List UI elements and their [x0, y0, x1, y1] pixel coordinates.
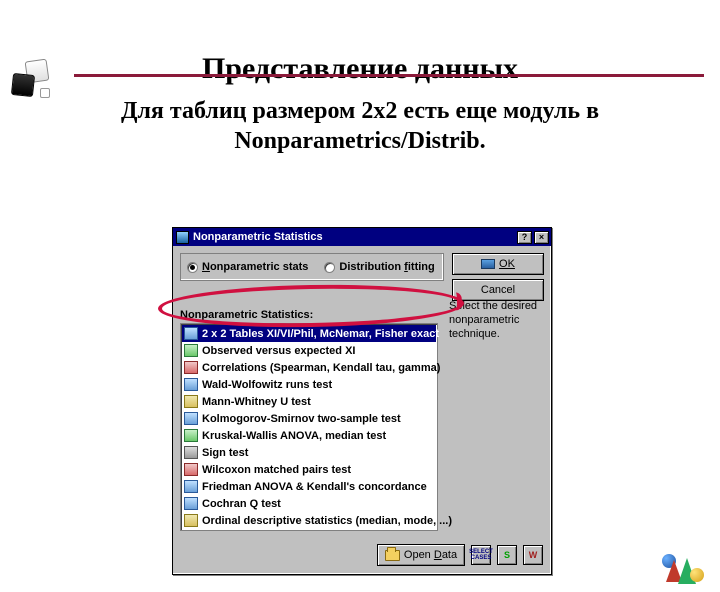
tests-listbox[interactable]: 2 x 2 Tables XI/VI/Phil, McNemar, Fisher… [180, 323, 438, 531]
sigma-button[interactable]: S [497, 545, 517, 565]
list-item-kruskal-wallis[interactable]: Kruskal-Wallis ANOVA, median test [182, 427, 436, 444]
radio-nonparametric[interactable]: Nonparametric stats [187, 261, 308, 273]
slide-subtitle: Для таблиц размером 2х2 есть еще модуль … [40, 96, 680, 156]
list-item-ordinal-descriptive[interactable]: Ordinal descriptive statistics (median, … [182, 512, 436, 529]
test-icon [184, 395, 198, 408]
sign-icon [184, 446, 198, 459]
w-button[interactable]: W [523, 545, 543, 565]
open-data-button[interactable]: Open Data [377, 544, 465, 566]
close-button[interactable]: × [534, 231, 549, 244]
help-button[interactable]: ? [517, 231, 532, 244]
help-text: Select the desired nonparametric techniq… [449, 300, 541, 341]
radio-dot-selected-icon [187, 262, 198, 273]
list-item-friedman[interactable]: Friedman ANOVA & Kendall's concordance [182, 478, 436, 495]
list-item-mann-whitney[interactable]: Mann-Whitney U test [182, 393, 436, 410]
list-item-correlations[interactable]: Correlations (Spearman, Kendall tau, gam… [182, 359, 436, 376]
binary-icon [184, 497, 198, 510]
runs-icon [184, 378, 198, 391]
ok-button[interactable]: OK [452, 253, 544, 275]
list-item-sign-test[interactable]: Sign test [182, 444, 436, 461]
nonparametric-dialog: Nonparametric Statistics ? × Nonparametr… [172, 227, 552, 575]
test-icon [184, 429, 198, 442]
ok-icon [481, 259, 495, 269]
decor-shapes [660, 546, 710, 586]
bar-icon [184, 514, 198, 527]
list-item-kolmogorov-smirnov[interactable]: Kolmogorov-Smirnov two-sample test [182, 410, 436, 427]
cancel-button[interactable]: Cancel [452, 279, 544, 301]
list-item-wilcoxon[interactable]: Wilcoxon matched pairs test [182, 461, 436, 478]
folder-icon [385, 550, 400, 561]
mode-radio-group: Nonparametric stats Distribution fitting [180, 253, 444, 281]
select-cases-button[interactable]: SELECT CASES [471, 545, 491, 565]
list-item-observed-expected[interactable]: Observed versus expected XI [182, 342, 436, 359]
list-item-2x2-tables[interactable]: 2 x 2 Tables XI/VI/Phil, McNemar, Fisher… [182, 325, 436, 342]
radio-dot-icon [324, 262, 335, 273]
test-icon [184, 412, 198, 425]
dialog-titlebar: Nonparametric Statistics ? × [173, 228, 551, 246]
test-icon [184, 463, 198, 476]
grid-icon [184, 344, 198, 357]
decor-dice [8, 60, 66, 100]
grid-icon [184, 327, 198, 340]
chart-icon [184, 361, 198, 374]
list-item-wald-wolfowitz[interactable]: Wald-Wolfowitz runs test [182, 376, 436, 393]
list-item-cochran-q[interactable]: Cochran Q test [182, 495, 436, 512]
dialog-title: Nonparametric Statistics [193, 231, 515, 243]
app-icon [176, 231, 189, 244]
test-icon [184, 480, 198, 493]
slide-title: Представление данных [0, 52, 720, 86]
radio-distribution-fitting[interactable]: Distribution fitting [324, 261, 434, 273]
header-divider [74, 74, 704, 77]
